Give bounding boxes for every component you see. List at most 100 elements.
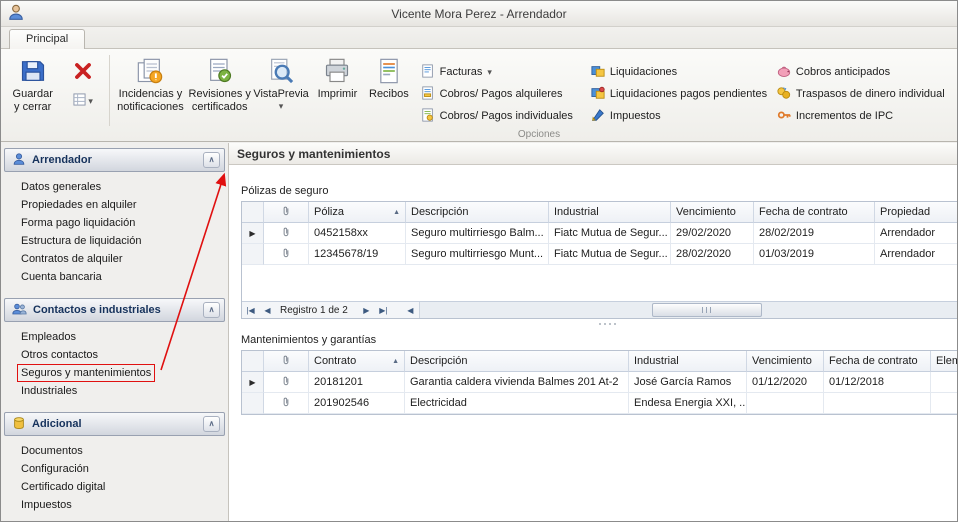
revisiones-button[interactable]: Revisiones y certificados bbox=[187, 52, 252, 129]
sidebar-item-cuenta-bancaria[interactable]: Cuenta bancaria bbox=[17, 268, 106, 286]
cobros-pagos-individuales-button[interactable]: Cobros/ Pagos individuales bbox=[421, 108, 579, 124]
sidebar-item-datos-generales[interactable]: Datos generales bbox=[17, 178, 105, 196]
cell-fecha-contrato[interactable]: 28/02/2019 bbox=[754, 223, 875, 244]
cell-poliza[interactable]: 12345678/19 bbox=[309, 244, 406, 265]
column-header-fecha-contrato[interactable]: Fecha de contrato bbox=[824, 351, 931, 372]
sidebar-item-certificado-digital[interactable]: Certificado digital bbox=[17, 478, 109, 496]
impuestos-label: Impuestos bbox=[610, 110, 661, 122]
attachment-cell[interactable] bbox=[264, 223, 309, 244]
column-header-descripcion[interactable]: Descripción bbox=[405, 351, 629, 372]
ribbon-column-liquidaciones: Liquidaciones Liquidaciones pagos pendie… bbox=[583, 52, 769, 129]
column-header-propiedad[interactable]: Propiedad bbox=[875, 202, 957, 223]
group-label: Arrendador bbox=[32, 154, 92, 166]
pager-first-button[interactable]: |◀ bbox=[242, 306, 259, 315]
column-header-contrato[interactable]: Contrato▲ bbox=[309, 351, 405, 372]
cell-vencimiento[interactable] bbox=[747, 393, 824, 414]
cell-descripcion[interactable]: Seguro multirriesgo Munt... bbox=[406, 244, 549, 265]
column-header-fecha-contrato[interactable]: Fecha de contrato bbox=[754, 202, 875, 223]
cell-descripcion[interactable]: Electricidad bbox=[405, 393, 629, 414]
cell-elemento[interactable] bbox=[931, 372, 957, 393]
impuestos-button[interactable]: Impuestos bbox=[591, 108, 765, 124]
group-label: Adicional bbox=[32, 418, 82, 430]
sidebar-item-contratos-de-alquiler[interactable]: Contratos de alquiler bbox=[17, 250, 127, 268]
sidebar-group-header-arrendador[interactable]: Arrendador ∧ bbox=[4, 148, 225, 172]
sidebar-group-header-contactos[interactable]: Contactos e industriales ∧ bbox=[4, 298, 225, 322]
cobros-pagos-alquileres-button[interactable]: Cobros/ Pagos alquileres bbox=[421, 86, 579, 102]
delete-group: ▾ bbox=[60, 52, 106, 129]
pager-prev-button[interactable]: ◀ bbox=[259, 306, 276, 315]
attachment-cell[interactable] bbox=[264, 244, 309, 265]
cell-industrial[interactable]: Fiatc Mutua de Segur... bbox=[549, 223, 671, 244]
liquidaciones-button[interactable]: Liquidaciones bbox=[591, 64, 765, 80]
incidencias-button[interactable]: Incidencias y notificaciones bbox=[114, 52, 187, 129]
sidebar-item-otros-contactos[interactable]: Otros contactos bbox=[17, 346, 102, 364]
cell-elemento[interactable] bbox=[931, 393, 957, 414]
cell-propiedad[interactable]: Arrendador bbox=[875, 244, 957, 265]
splitter-handle[interactable] bbox=[241, 321, 957, 326]
cobros-anticipados-button[interactable]: Cobros anticipados bbox=[777, 64, 953, 80]
sidebar-group-header-adicional[interactable]: Adicional ∧ bbox=[4, 412, 225, 436]
sidebar-item-forma-pago-liquidacion[interactable]: Forma pago liquidación bbox=[17, 214, 139, 232]
cell-vencimiento[interactable]: 01/12/2020 bbox=[747, 372, 824, 393]
sidebar-item-documentos[interactable]: Documentos bbox=[17, 442, 87, 460]
liquidaciones-pendientes-button[interactable]: Liquidaciones pagos pendientes bbox=[591, 86, 765, 102]
mantenimientos-section-label: Mantenimientos y garantías bbox=[241, 334, 957, 346]
paperclip-icon bbox=[280, 353, 292, 370]
cell-fecha-contrato[interactable]: 01/03/2019 bbox=[754, 244, 875, 265]
sidebar-item-impuestos[interactable]: Impuestos bbox=[17, 496, 76, 514]
vistaprevia-icon bbox=[267, 57, 295, 85]
cell-poliza[interactable]: 0452158xx bbox=[309, 223, 406, 244]
imprimir-button[interactable]: Imprimir bbox=[310, 52, 365, 129]
horizontal-scrollbar[interactable] bbox=[419, 302, 957, 318]
chevron-up-icon[interactable]: ∧ bbox=[203, 302, 220, 318]
sidebar-item-empleados[interactable]: Empleados bbox=[17, 328, 80, 346]
column-header-poliza[interactable]: Póliza▲ bbox=[309, 202, 406, 223]
recibos-button[interactable]: Recibos bbox=[365, 52, 412, 129]
pager-next-button[interactable]: ▶ bbox=[358, 306, 375, 315]
pager-last-button[interactable]: ▶| bbox=[375, 306, 392, 315]
sidebar-item-configuracion[interactable]: Configuración bbox=[17, 460, 93, 478]
attachment-column-header[interactable] bbox=[264, 351, 309, 372]
delete-button[interactable] bbox=[72, 60, 94, 82]
cell-industrial[interactable]: Fiatc Mutua de Segur... bbox=[549, 244, 671, 265]
list-dropdown-button[interactable]: ▾ bbox=[69, 90, 97, 112]
cell-industrial[interactable]: Endesa Energia XXI, ... bbox=[629, 393, 747, 414]
cell-vencimiento[interactable]: 28/02/2020 bbox=[671, 244, 754, 265]
column-header-vencimiento[interactable]: Vencimiento bbox=[671, 202, 754, 223]
guardar-y-cerrar-button[interactable]: Guardar y cerrar bbox=[5, 52, 60, 129]
cell-industrial[interactable]: José García Ramos bbox=[629, 372, 747, 393]
attachment-cell[interactable] bbox=[264, 393, 309, 414]
incrementos-ipc-button[interactable]: Incrementos de IPC bbox=[777, 108, 953, 124]
ribbon-tab-row: Principal bbox=[1, 27, 957, 49]
scrollbar-thumb[interactable] bbox=[652, 303, 762, 317]
tab-principal[interactable]: Principal bbox=[9, 29, 85, 49]
column-header-elemento[interactable]: Eleme... bbox=[931, 351, 957, 372]
facturas-button[interactable]: Facturas ▾ bbox=[421, 64, 579, 80]
column-header-industrial[interactable]: Industrial bbox=[549, 202, 671, 223]
ipc-key-icon bbox=[777, 108, 791, 125]
group-label: Contactos e industriales bbox=[33, 304, 161, 316]
cell-contrato[interactable]: 20181201 bbox=[309, 372, 405, 393]
column-header-descripcion[interactable]: Descripción bbox=[406, 202, 549, 223]
column-header-industrial[interactable]: Industrial bbox=[629, 351, 747, 372]
vistaprevia-button[interactable]: VistaPrevia ▾ bbox=[252, 52, 309, 129]
sidebar-item-industriales[interactable]: Industriales bbox=[17, 382, 81, 400]
cell-vencimiento[interactable]: 29/02/2020 bbox=[671, 223, 754, 244]
cell-descripcion[interactable]: Seguro multirriesgo Balm... bbox=[406, 223, 549, 244]
sidebar-item-propiedades-en-alquiler[interactable]: Propiedades en alquiler bbox=[17, 196, 141, 214]
liquidaciones-icon bbox=[591, 64, 605, 81]
traspasos-button[interactable]: Traspasos de dinero individual bbox=[777, 86, 953, 102]
cell-propiedad[interactable]: Arrendador bbox=[875, 223, 957, 244]
cell-fecha-contrato[interactable] bbox=[824, 393, 931, 414]
chevron-up-icon[interactable]: ∧ bbox=[203, 152, 220, 168]
sidebar-item-seguros-y-mantenimientos[interactable]: Seguros y mantenimientos bbox=[17, 364, 155, 382]
column-header-vencimiento[interactable]: Vencimiento bbox=[747, 351, 824, 372]
cell-descripcion[interactable]: Garantia caldera vivienda Balmes 201 At-… bbox=[405, 372, 629, 393]
cell-contrato[interactable]: 201902546 bbox=[309, 393, 405, 414]
cell-fecha-contrato[interactable]: 01/12/2018 bbox=[824, 372, 931, 393]
attachment-cell[interactable] bbox=[264, 372, 309, 393]
sidebar-item-estructura-de-liquidacion[interactable]: Estructura de liquidación bbox=[17, 232, 145, 250]
hscroll-left-button[interactable]: ◀ bbox=[402, 306, 419, 315]
attachment-column-header[interactable] bbox=[264, 202, 309, 223]
chevron-up-icon[interactable]: ∧ bbox=[203, 416, 220, 432]
